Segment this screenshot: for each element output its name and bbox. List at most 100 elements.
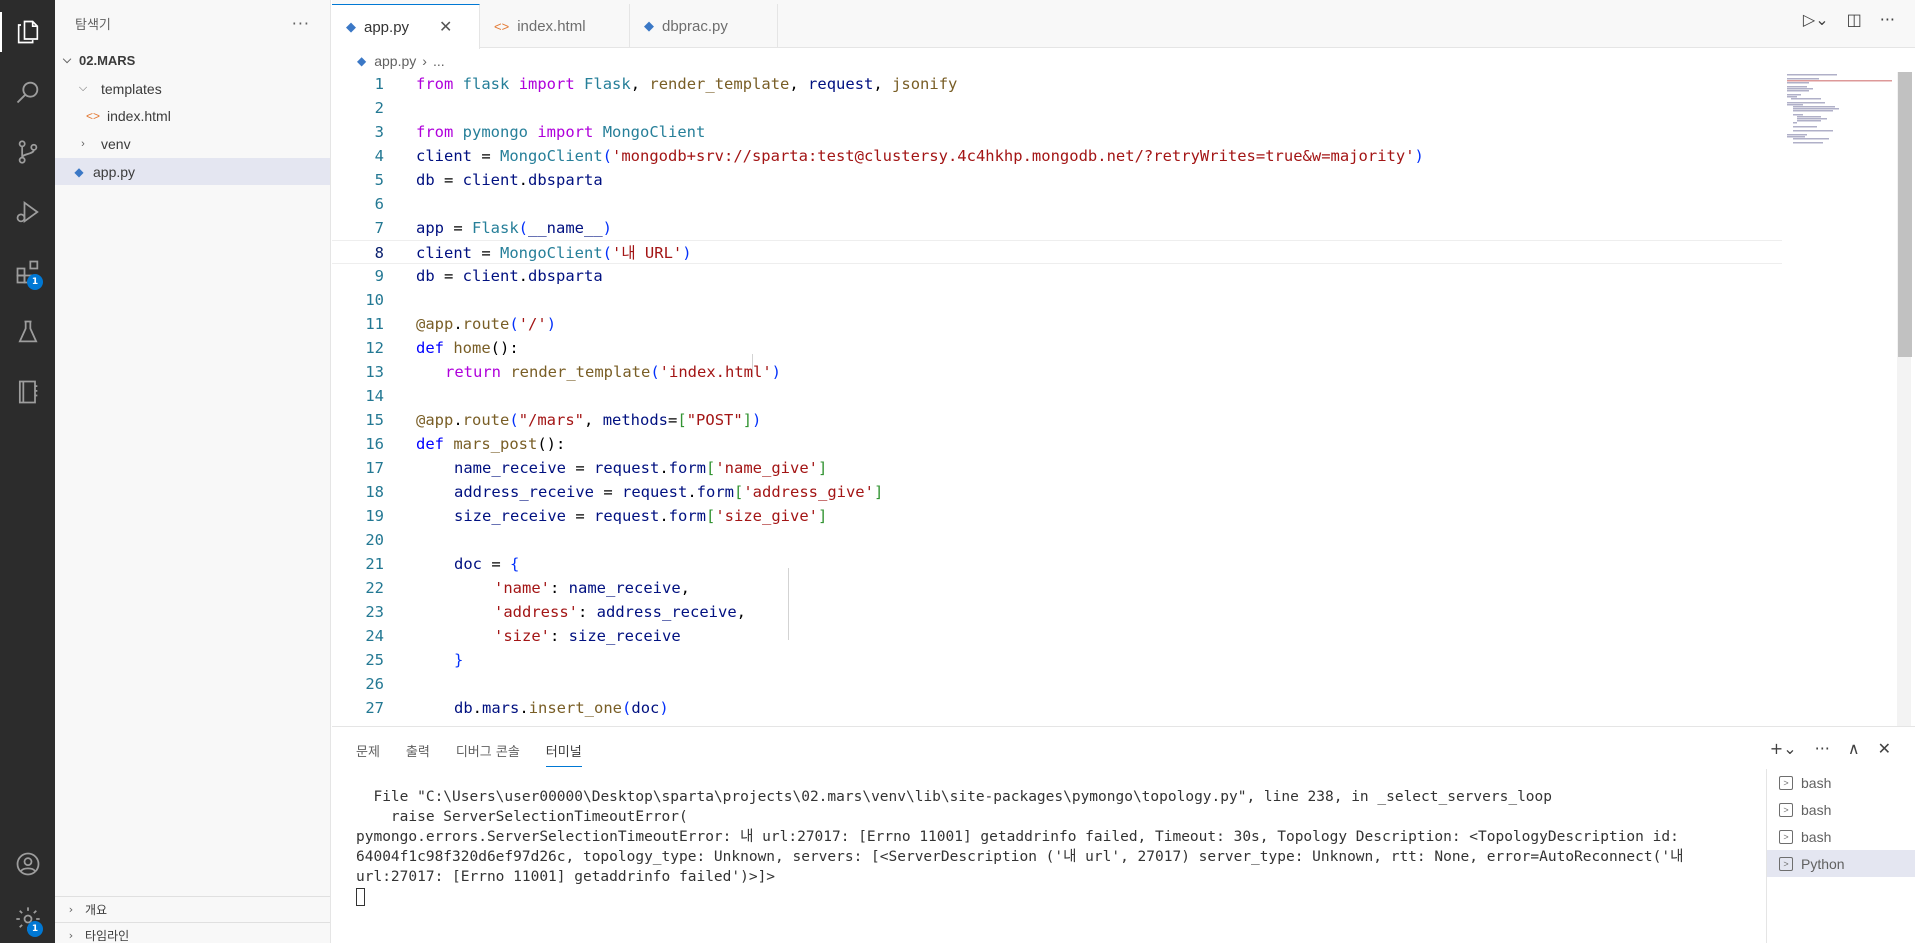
code-line: 26	[365, 675, 384, 693]
split-editor-icon[interactable]: ◫	[1847, 10, 1862, 29]
tree-item-label: index.html	[107, 107, 171, 124]
close-icon[interactable]: ✕	[439, 17, 452, 37]
terminal-icon: >	[1779, 829, 1793, 844]
tab-actions: ▷⌄ ◫ ···	[1803, 10, 1895, 29]
tab-label: index.html	[517, 17, 586, 35]
terminal-item-python[interactable]: > Python	[1767, 850, 1915, 877]
python-file-icon: ◆	[74, 164, 84, 179]
explorer-title: 탐색기	[75, 17, 111, 33]
explorer-header: 탐색기 ···	[55, 0, 330, 46]
notebook-icon[interactable]	[0, 368, 55, 416]
folder-root[interactable]: ⌵ 02.MARS	[55, 47, 330, 74]
panel-tabs: 문제 출력 디버그 콘솔 터미널	[356, 741, 582, 767]
chevron-right-icon: ›	[422, 53, 427, 69]
explorer-sidebar: 탐색기 ··· ⌵ 02.MARS ⌵ templates <> index.h…	[55, 0, 331, 943]
tree-item-index-html[interactable]: <> index.html	[55, 102, 330, 129]
run-debug-icon[interactable]	[0, 188, 55, 236]
tab-index-html[interactable]: <> index.html	[480, 4, 630, 48]
code-line: 22'name': name_receive,	[365, 579, 690, 597]
testing-icon[interactable]	[0, 308, 55, 356]
source-control-icon[interactable]	[0, 128, 55, 176]
tree-item-venv[interactable]: › venv	[55, 130, 330, 157]
tab-debug-console[interactable]: 디버그 콘솔	[456, 741, 520, 767]
code-line: 4 client = MongoClient('mongodb+srv://spa…	[374, 147, 1424, 165]
html-file-icon: <>	[85, 108, 100, 123]
section-label: 개요	[85, 903, 108, 917]
breadcrumb-file[interactable]: app.py	[374, 53, 416, 69]
chevron-down-icon: ⌵	[78, 82, 88, 94]
section-timeline[interactable]: › 타임라인	[55, 922, 330, 943]
tab-terminal[interactable]: 터미널	[545, 741, 582, 767]
code-line: 6	[374, 195, 384, 213]
code-line: 19 size_receive = request.form['size_give…	[365, 507, 828, 525]
folder-root-label: 02.MARS	[79, 53, 136, 68]
code-line: 17 name_receive = request.form['name_give…	[365, 459, 828, 477]
explorer-icon[interactable]	[0, 8, 55, 56]
editor-scrollbar-thumb[interactable]	[1898, 72, 1912, 357]
settings-gear-icon[interactable]: 1	[0, 895, 55, 943]
tab-dbprac-py[interactable]: ◆ dbprac.py	[630, 4, 778, 48]
bottom-panel: 문제 출력 디버그 콘솔 터미널 +⌄ ··· ∧ ✕ File "C:\Use…	[332, 726, 1915, 943]
more-actions-icon[interactable]: ···	[1880, 10, 1895, 29]
terminal-icon: >	[1779, 775, 1793, 790]
breadcrumb-rest[interactable]: ...	[433, 53, 445, 69]
chevron-right-icon: ›	[68, 929, 74, 942]
more-actions-icon[interactable]: ···	[292, 14, 310, 33]
terminal-item-bash[interactable]: > bash	[1767, 796, 1915, 823]
chevron-right-icon: ›	[81, 137, 85, 150]
code-line: 25}	[365, 651, 464, 669]
terminal-icon: >	[1779, 856, 1793, 871]
search-icon[interactable]	[0, 68, 55, 116]
tree-item-app-py[interactable]: ◆ app.py	[55, 158, 330, 185]
editor-tabs: ◆ app.py ✕ <> index.html ◆ dbprac.py ▷⌄ …	[332, 0, 1915, 49]
code-line: 20	[365, 531, 384, 549]
code-line: 2	[374, 99, 384, 117]
code-line: 23'address': address_receive,	[365, 603, 746, 621]
settings-badge: 1	[27, 921, 43, 937]
tab-app-py[interactable]: ◆ app.py ✕	[332, 4, 480, 49]
add-terminal-icon[interactable]: +⌄	[1770, 739, 1797, 758]
html-file-icon: <>	[494, 18, 510, 34]
code-line: 1 from flask import Flask, render_templat…	[374, 75, 958, 93]
code-line: 16 def mars_post():	[365, 435, 566, 453]
terminal-item-bash[interactable]: > bash	[1767, 769, 1915, 796]
code-line: 5 db = client.dbsparta	[374, 171, 603, 189]
tab-output[interactable]: 출력	[406, 741, 430, 767]
code-line: 27 db.mars.insert_one(doc)	[365, 699, 669, 717]
activity-bar: 1 1	[0, 0, 55, 943]
extensions-badge: 1	[27, 274, 43, 290]
section-outline[interactable]: › 개요	[55, 896, 330, 922]
tree-item-label: templates	[101, 80, 162, 97]
terminal-line: File "C:\Users\user00000\Desktop\sparta\…	[356, 789, 1552, 805]
code-line: 10	[365, 291, 384, 309]
code-editor[interactable]: 1 from flask import Flask, render_templat…	[332, 72, 1915, 726]
code-line: 24'size': size_receive	[365, 627, 681, 645]
extensions-icon[interactable]: 1	[0, 248, 55, 296]
code-line: 9 db = client.dbsparta	[374, 267, 603, 285]
run-icon[interactable]: ▷⌄	[1803, 10, 1829, 29]
terminal-list: > bash > bash > bash > Python	[1766, 769, 1915, 943]
terminal-output[interactable]: File "C:\Users\user00000\Desktop\sparta\…	[356, 787, 1756, 907]
tab-label: dbprac.py	[662, 17, 728, 35]
minimap[interactable]	[1785, 72, 1895, 172]
tree-item-label: app.py	[93, 163, 136, 180]
tab-problems[interactable]: 문제	[356, 741, 380, 767]
tree-item-templates[interactable]: ⌵ templates	[55, 75, 330, 102]
terminal-item-bash[interactable]: > bash	[1767, 823, 1915, 850]
more-actions-icon[interactable]: ···	[1815, 739, 1830, 758]
python-file-icon: ◆	[357, 54, 367, 68]
chevron-right-icon: ›	[68, 903, 74, 916]
accounts-icon[interactable]	[0, 840, 55, 888]
breadcrumb: ◆ app.py › ...	[357, 50, 445, 72]
tree-item-label: venv	[101, 135, 131, 152]
close-panel-icon[interactable]: ✕	[1878, 739, 1891, 758]
chevron-down-icon: ⌵	[62, 54, 72, 66]
code-line: 18 address_receive = request.form['addres…	[365, 483, 884, 501]
code-line: 14	[365, 387, 384, 405]
terminal-icon: >	[1779, 802, 1793, 817]
terminal-cursor	[356, 888, 365, 906]
section-label: 타임라인	[85, 929, 130, 943]
code-line: 21 doc = {	[365, 555, 520, 573]
maximize-panel-icon[interactable]: ∧	[1848, 739, 1860, 758]
terminal-line: pymongo.errors.ServerSelectionTimeoutErr…	[356, 829, 1693, 885]
